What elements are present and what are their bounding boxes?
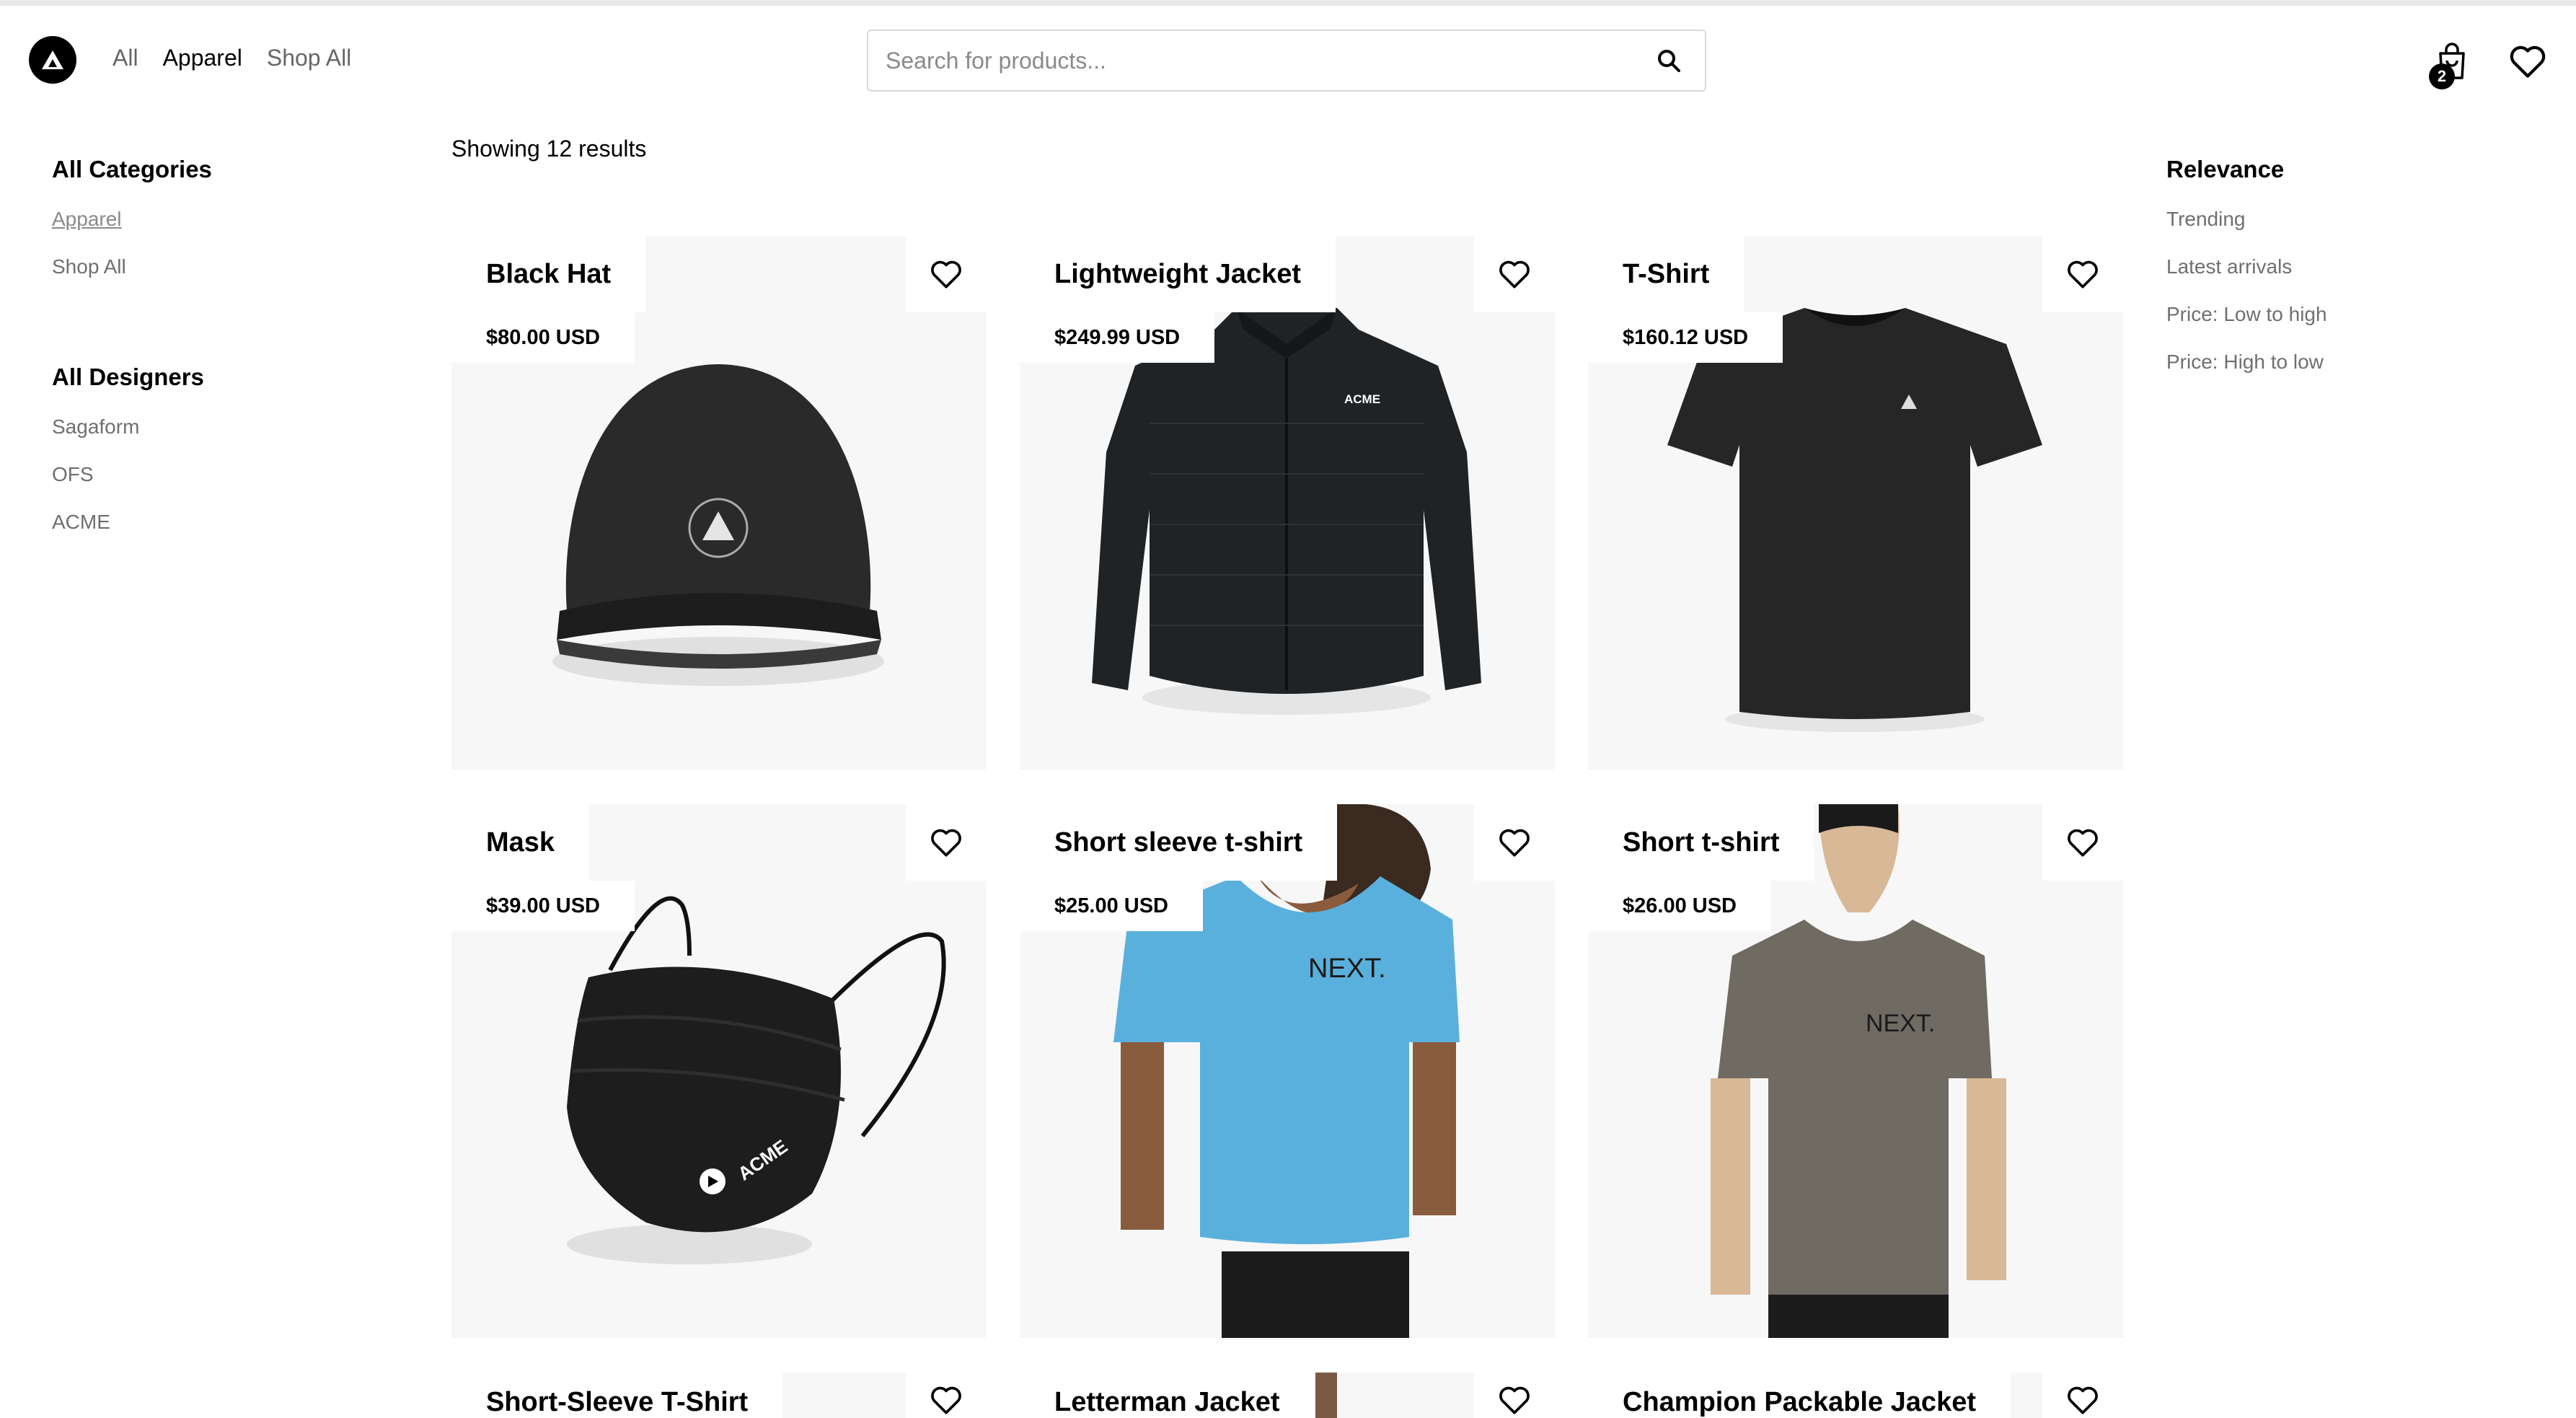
product-price-box: $26.00 USD bbox=[1588, 881, 1771, 931]
favorite-heart-icon[interactable] bbox=[1474, 804, 1555, 881]
category-shop-all[interactable]: Shop All bbox=[52, 255, 355, 278]
jacket-logo-text: ACME bbox=[1344, 392, 1380, 406]
product-name-box: Champion Packable Jacket bbox=[1588, 1373, 2011, 1418]
product-card-champion-packable-jacket[interactable]: Champion Packable Jacket bbox=[1588, 1373, 2123, 1418]
filter-sidebar: All Categories Apparel Shop All All Desi… bbox=[52, 156, 355, 534]
product-name: Short t-shirt bbox=[1623, 827, 1780, 858]
designer-ofs[interactable]: OFS bbox=[52, 463, 355, 486]
product-name: Short sleeve t-shirt bbox=[1054, 827, 1303, 858]
top-border bbox=[0, 0, 2576, 6]
product-price: $26.00 USD bbox=[1623, 894, 1737, 917]
sort-heading[interactable]: Relevance bbox=[2166, 156, 2498, 183]
product-name-box: Short t-shirt bbox=[1588, 804, 1814, 881]
designers-heading: All Designers bbox=[52, 364, 204, 390]
product-card-short-sleeve-t-shirt-2[interactable]: Short-Sleeve T-Shirt bbox=[451, 1373, 987, 1418]
tee-logo-text: NEXT. bbox=[1308, 954, 1386, 984]
product-name: Letterman Jacket bbox=[1054, 1387, 1280, 1417]
product-price: $160.12 USD bbox=[1623, 325, 1749, 349]
product-card-short-sleeve-t-shirt[interactable]: NEXT. Short sleeve t-shirt $25.00 USD bbox=[1020, 804, 1555, 1338]
product-card-black-hat[interactable]: Black Hat $80.00 USD bbox=[451, 236, 987, 770]
favorite-heart-icon[interactable] bbox=[906, 804, 987, 881]
search-bar bbox=[867, 30, 1706, 92]
product-name: Mask bbox=[486, 827, 555, 858]
product-price: $80.00 USD bbox=[486, 325, 600, 349]
category-apparel[interactable]: Apparel bbox=[52, 208, 355, 231]
designer-acme[interactable]: ACME bbox=[52, 511, 355, 534]
search-input[interactable] bbox=[868, 31, 1647, 90]
favorite-heart-icon[interactable] bbox=[906, 1373, 987, 1418]
product-name-box: Short sleeve t-shirt bbox=[1020, 804, 1338, 881]
product-card-t-shirt[interactable]: T-Shirt $160.12 USD bbox=[1588, 236, 2123, 770]
sort-trending[interactable]: Trending bbox=[2166, 208, 2498, 231]
favorite-heart-icon[interactable] bbox=[906, 236, 987, 312]
store-logo[interactable] bbox=[29, 36, 76, 84]
cart-count-badge: 2 bbox=[2429, 63, 2455, 89]
designer-sagaform[interactable]: Sagaform bbox=[52, 415, 355, 439]
product-name-box: Lightweight Jacket bbox=[1020, 236, 1336, 312]
acme-logo-icon bbox=[42, 50, 63, 69]
nav-apparel[interactable]: Apparel bbox=[163, 45, 242, 71]
product-price: $39.00 USD bbox=[486, 894, 600, 917]
favorite-heart-icon[interactable] bbox=[2042, 804, 2123, 881]
product-name: T-Shirt bbox=[1623, 258, 1710, 289]
product-price-box: $80.00 USD bbox=[451, 312, 635, 363]
tee-logo-text: NEXT. bbox=[1866, 1010, 1935, 1037]
categories-heading: All Categories bbox=[52, 156, 212, 182]
nav-shop-all[interactable]: Shop All bbox=[267, 45, 351, 71]
product-name: Champion Packable Jacket bbox=[1623, 1387, 1976, 1417]
search-icon[interactable] bbox=[1647, 39, 1690, 82]
product-card-short-t-shirt[interactable]: NEXT. Short t-shirt $26.00 USD bbox=[1588, 804, 2123, 1338]
favorite-heart-icon[interactable] bbox=[2042, 1373, 2123, 1418]
sort-price-high-low[interactable]: Price: High to low bbox=[2166, 351, 2498, 374]
sort-sidebar: Relevance Trending Latest arrivals Price… bbox=[2166, 156, 2498, 374]
product-name-box: Mask bbox=[451, 804, 590, 881]
product-price-box: $25.00 USD bbox=[1020, 881, 1203, 931]
results-count: Showing 12 results bbox=[451, 136, 647, 162]
product-name-box: T-Shirt bbox=[1588, 236, 1744, 312]
product-price-box: $39.00 USD bbox=[451, 881, 635, 931]
wishlist-heart-icon[interactable] bbox=[2507, 40, 2549, 82]
product-name: Lightweight Jacket bbox=[1054, 258, 1302, 289]
product-name-box: Black Hat bbox=[451, 236, 646, 312]
product-name-box: Short-Sleeve T-Shirt bbox=[451, 1373, 783, 1418]
favorite-heart-icon[interactable] bbox=[1474, 236, 1555, 312]
favorite-heart-icon[interactable] bbox=[1474, 1373, 1555, 1418]
product-name: Short-Sleeve T-Shirt bbox=[486, 1387, 749, 1417]
nav-all[interactable]: All bbox=[113, 45, 138, 71]
sort-price-low-high[interactable]: Price: Low to high bbox=[2166, 303, 2498, 326]
product-price: $249.99 USD bbox=[1054, 325, 1181, 349]
product-card-lightweight-jacket[interactable]: ACME Lightweight Jacket $249.99 USD bbox=[1020, 236, 1555, 770]
favorite-heart-icon[interactable] bbox=[2042, 236, 2123, 312]
product-card-letterman-jacket[interactable]: Letterman Jacket bbox=[1020, 1373, 1555, 1418]
main-nav: All Apparel Shop All bbox=[113, 45, 351, 71]
product-card-mask[interactable]: ACME Mask $39.00 USD bbox=[451, 804, 987, 1338]
product-name: Black Hat bbox=[486, 258, 612, 289]
sort-latest-arrivals[interactable]: Latest arrivals bbox=[2166, 255, 2498, 278]
product-price-box: $160.12 USD bbox=[1588, 312, 1783, 363]
product-price: $25.00 USD bbox=[1054, 894, 1168, 917]
product-name-box: Letterman Jacket bbox=[1020, 1373, 1315, 1418]
product-price-box: $249.99 USD bbox=[1020, 312, 1215, 363]
